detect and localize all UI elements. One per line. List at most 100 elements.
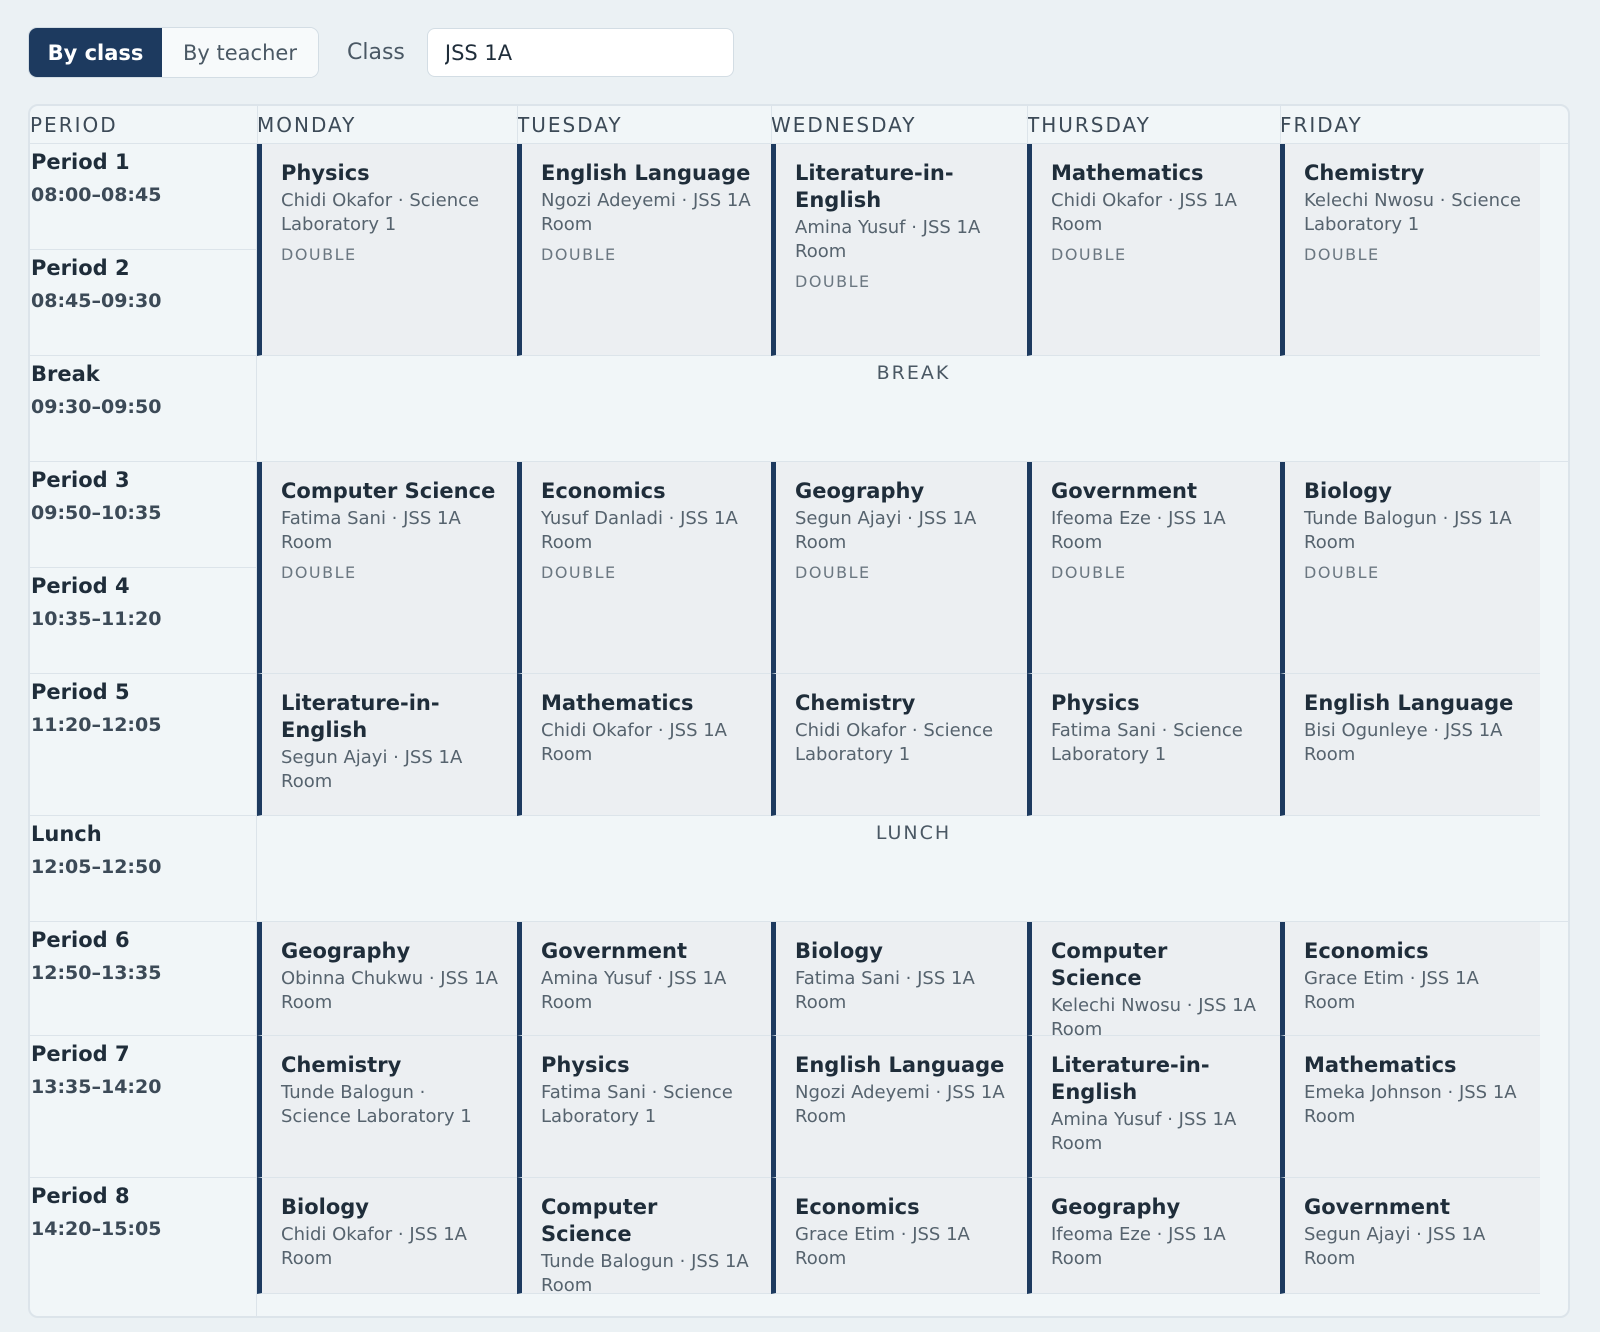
header-divider (1280, 106, 1281, 144)
lesson-subject: Chemistry (1304, 161, 1425, 185)
class-label: Class (347, 40, 405, 65)
lesson-cell[interactable]: Biology Fatima Sani · JSS 1A Room (771, 922, 1027, 1036)
lesson-cell[interactable]: Physics Fatima Sani · Science Laboratory … (517, 1036, 771, 1178)
lesson-subject: Biology (795, 939, 883, 963)
lesson-cell[interactable]: English Language Bisi Ogunleye · JSS 1A R… (1280, 674, 1540, 816)
lesson-subject: Government (1051, 479, 1198, 503)
period-label: Period 3 09:50–10:35 (30, 462, 257, 568)
lesson-cell[interactable]: Economics Grace Etim · JSS 1A Room (1280, 922, 1540, 1036)
lesson-cell[interactable]: Economics Yusuf Danladi · JSS 1A Room DOUB… (517, 462, 771, 674)
lesson-cell[interactable]: Government Amina Yusuf · JSS 1A Room (517, 922, 771, 1036)
lesson-teacher-room: Chidi Okafor · JSS 1A Room (1051, 190, 1237, 235)
header-divider (1027, 106, 1028, 144)
period-name: Period 1 (31, 150, 130, 174)
lesson-teacher-room: Grace Etim · JSS 1A Room (1304, 968, 1479, 1013)
lesson-subject: Literature-in-English (1051, 1053, 1210, 1104)
header-divider (517, 106, 518, 144)
lesson-cell[interactable]: Computer Science Fatima Sani · JSS 1A Roo… (257, 462, 517, 674)
lesson-cell[interactable]: Mathematics Emeka Johnson · JSS 1A Room (1280, 1036, 1540, 1178)
period-label: Period 7 13:35–14:20 (30, 1036, 257, 1178)
lesson-teacher-room: Segun Ajayi · JSS 1A Room (1304, 1224, 1486, 1269)
timetable-grid: PERIOD MONDAY TUESDAY WEDNESDAY THURSDAY FRID… (28, 104, 1570, 1318)
lesson-cell[interactable]: Chemistry Kelechi Nwosu · Science Laborat… (1280, 144, 1540, 356)
lesson-teacher-room: Emeka Johnson · JSS 1A Room (1304, 1082, 1517, 1127)
lesson-cell[interactable]: Physics Fatima Sani · Science Laboratory … (1027, 674, 1280, 816)
lesson-teacher-room: Fatima Sani · JSS 1A Room (281, 508, 461, 553)
lesson-cell[interactable]: Chemistry Tunde Balogun · Science Laborat… (257, 1036, 517, 1178)
lesson-teacher-room: Fatima Sani · Science Laboratory 1 (1051, 720, 1243, 765)
lesson-subject: English Language (1304, 691, 1514, 715)
lesson-cell[interactable]: Chemistry Chidi Okafor · Science Laborato… (771, 674, 1027, 816)
lesson-cell[interactable]: Mathematics Chidi Okafor · JSS 1A Room (517, 674, 771, 816)
period-name: Period 8 (31, 1184, 130, 1208)
lesson-subject: Physics (281, 161, 370, 185)
lesson-subject: Geography (1051, 1195, 1181, 1219)
lesson-cell[interactable]: Economics Grace Etim · JSS 1A Room (771, 1178, 1027, 1294)
lesson-double-tag: DOUBLE (541, 563, 617, 582)
lesson-cell[interactable]: Geography Ifeoma Eze · JSS 1A Room (1027, 1178, 1280, 1294)
lesson-double-tag: DOUBLE (1304, 245, 1380, 264)
lesson-teacher-room: Segun Ajayi · JSS 1A Room (281, 747, 463, 792)
by-class-button[interactable]: By class (29, 28, 162, 77)
lesson-cell[interactable]: Literature-in-English Segun Ajayi · JSS 1… (257, 674, 517, 816)
lesson-cell[interactable]: Computer Science Kelechi Nwosu · JSS 1A R… (1027, 922, 1280, 1040)
break-band: BREAK (257, 356, 1568, 462)
lesson-cell[interactable]: Biology Chidi Okafor · JSS 1A Room (257, 1178, 517, 1294)
lesson-teacher-room: Obinna Chukwu · JSS 1A Room (281, 968, 498, 1013)
lesson-double-tag: DOUBLE (281, 245, 357, 264)
lesson-cell[interactable]: English Language Ngozi Adeyemi · JSS 1A R… (517, 144, 771, 356)
lesson-subject: Chemistry (281, 1053, 402, 1077)
lesson-teacher-room: Ifeoma Eze · JSS 1A Room (1051, 1224, 1226, 1269)
lesson-cell[interactable]: Mathematics Chidi Okafor · JSS 1A Room DOU… (1027, 144, 1280, 356)
lesson-subject: Government (541, 939, 688, 963)
period-name: Period 2 (31, 256, 130, 280)
lesson-cell[interactable]: Biology Tunde Balogun · JSS 1A Room DOUBLE (1280, 462, 1540, 674)
lesson-teacher-room: Amina Yusuf · JSS 1A Room (795, 217, 981, 262)
lesson-double-tag: DOUBLE (1051, 245, 1127, 264)
period-time: 08:00–08:45 (31, 184, 162, 206)
lesson-teacher-room: Segun Ajayi · JSS 1A Room (795, 508, 977, 553)
period-label: Period 8 14:20–15:05 (30, 1178, 257, 1316)
period-name: Period 3 (31, 468, 130, 492)
lesson-subject: Biology (281, 1195, 369, 1219)
lesson-cell[interactable]: Government Segun Ajayi · JSS 1A Room (1280, 1178, 1540, 1294)
period-time: 12:50–13:35 (31, 962, 162, 984)
lesson-double-tag: DOUBLE (541, 245, 617, 264)
lesson-double-tag: DOUBLE (281, 563, 357, 582)
lesson-teacher-room: Kelechi Nwosu · Science Laboratory 1 (1304, 190, 1522, 235)
lesson-cell[interactable]: Computer Science Tunde Balogun · JSS 1A R… (517, 1178, 771, 1296)
period-time: 14:20–15:05 (31, 1218, 162, 1240)
lesson-subject: Economics (541, 479, 666, 503)
lesson-double-tag: DOUBLE (1051, 563, 1127, 582)
lesson-cell[interactable]: Literature-in-English Amina Yusuf · JSS 1… (771, 144, 1027, 356)
lesson-cell[interactable]: Geography Segun Ajayi · JSS 1A Room DOUBLE (771, 462, 1027, 674)
view-mode-toggle: By class By teacher (28, 27, 319, 78)
period-label: Period 5 11:20–12:05 (30, 674, 257, 816)
lesson-double-tag: DOUBLE (795, 272, 871, 291)
lesson-subject: English Language (795, 1053, 1005, 1077)
lesson-double-tag: DOUBLE (1304, 563, 1380, 582)
lesson-teacher-room: Ngozi Adeyemi · JSS 1A Room (795, 1082, 1005, 1127)
lesson-subject: Mathematics (1051, 161, 1204, 185)
lesson-subject: Mathematics (1304, 1053, 1457, 1077)
lesson-cell[interactable]: Geography Obinna Chukwu · JSS 1A Room (257, 922, 517, 1036)
lesson-cell[interactable]: English Language Ngozi Adeyemi · JSS 1A R… (771, 1036, 1027, 1178)
lesson-subject: Government (1304, 1195, 1451, 1219)
header-tuesday: TUESDAY (517, 106, 771, 144)
period-time: 09:30–09:50 (31, 396, 162, 418)
lesson-teacher-room: Chidi Okafor · Science Laboratory 1 (795, 720, 994, 765)
header-thursday: THURSDAY (1027, 106, 1280, 144)
period-name: Period 6 (31, 928, 130, 952)
lesson-teacher-room: Tunde Balogun · JSS 1A Room (1304, 508, 1512, 553)
lesson-teacher-room: Fatima Sani · Science Laboratory 1 (541, 1082, 733, 1127)
lesson-teacher-room: Bisi Ogunleye · JSS 1A Room (1304, 720, 1503, 765)
class-input[interactable] (426, 28, 734, 77)
period-time: 13:35–14:20 (31, 1076, 162, 1098)
lesson-cell[interactable]: Government Ifeoma Eze · JSS 1A Room DOUBLE (1027, 462, 1280, 674)
lunch-band: LUNCH (257, 816, 1568, 922)
lesson-cell[interactable]: Literature-in-English Amina Yusuf · JSS 1… (1027, 1036, 1280, 1178)
lesson-cell[interactable]: Physics Chidi Okafor · Science Laboratory… (257, 144, 517, 356)
lesson-teacher-room: Chidi Okafor · Science Laboratory 1 (281, 190, 480, 235)
by-teacher-button[interactable]: By teacher (162, 28, 318, 77)
lesson-subject: Biology (1304, 479, 1392, 503)
